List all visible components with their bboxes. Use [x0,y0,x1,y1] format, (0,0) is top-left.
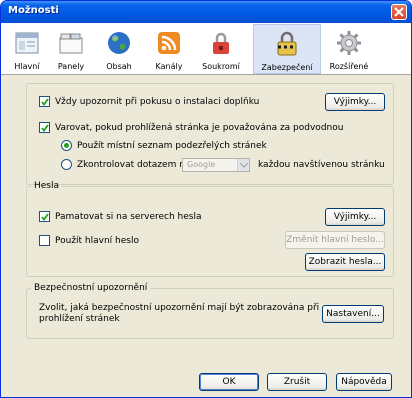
checkmark-icon [41,213,49,221]
tab-feeds[interactable]: Kanály [147,24,191,74]
tab-feeds-label: Kanály [155,62,183,71]
tab-privacy-label: Soukromí [202,62,240,71]
security-warnings-legend: Bezpečnostní upozornění [34,283,148,293]
warn-install-label[interactable]: Vždy upozornit při pokusu o instalaci do… [55,96,259,108]
gear-icon [337,31,361,55]
chevron-down-icon [237,159,249,171]
tab-security[interactable]: Zabezpečení [253,24,321,74]
tab-content[interactable]: Obsah [97,24,141,74]
change-master-password-button[interactable]: Změnit hlavní heslo... [285,231,385,249]
help-button[interactable]: Nápověda [336,373,392,391]
warn-install-checkbox[interactable] [39,96,50,107]
radio-local-list[interactable] [61,140,72,151]
tab-content-label: Obsah [106,62,132,71]
tab-general-label: Hlavní [14,62,40,71]
globe-icon [108,32,130,54]
cancel-button[interactable]: Zrušit [267,373,327,391]
lock-icon [213,32,229,54]
radio-remote-check[interactable] [61,159,72,170]
tab-advanced-label: Rozšířené [329,62,369,71]
passwords-legend: Hesla [34,181,60,191]
checkmark-icon [41,124,49,132]
security-panel: Vždy upozornit při pokusu o instalaci do… [1,75,411,397]
warn-fraud-checkbox[interactable] [39,122,50,133]
general-icon [15,32,39,54]
provider-select[interactable]: Google [182,158,250,172]
rss-icon [158,32,180,54]
provider-select-value: Google [187,160,216,169]
remember-passwords-label[interactable]: Pamatovat si na serverech hesla [55,211,202,223]
radio-remote-label[interactable]: Zkontrolovat dotazem na [77,159,190,171]
checkmark-icon [41,98,49,106]
title-bar[interactable]: Možnosti [1,1,411,23]
radio-remote-suffix: každou navštívenou stránku [258,160,385,170]
remember-passwords-checkbox[interactable] [39,211,50,222]
tab-tabs[interactable]: Panely [49,24,93,74]
tab-general[interactable]: Hlavní [5,24,49,74]
security-icon [277,31,297,56]
window-title: Možnosti [8,5,59,16]
warnings-settings-button[interactable]: Nastavení... [322,305,384,323]
warnings-description-line2: prohlížení stránek [39,314,120,324]
radio-selected-dot [64,143,69,148]
show-passwords-button[interactable]: Zobrazit hesla... [305,253,385,271]
master-password-label[interactable]: Použít hlavní heslo [55,235,139,247]
radio-local-label[interactable]: Použít místní seznam podezřelých stránek [77,140,267,152]
addons-exceptions-button[interactable]: Výjimky... [325,93,385,111]
tab-security-label: Zabezpečení [261,63,313,72]
warn-fraud-label[interactable]: Varovat, pokud prohlížená stránka je pov… [55,122,343,134]
tab-advanced[interactable]: Rozšířené [323,24,375,74]
category-toolbar: Hlavní Panely Obsah Kanály Soukromí Zabe… [1,23,411,75]
close-icon [394,7,404,17]
master-password-checkbox[interactable] [39,235,50,246]
passwords-exceptions-button[interactable]: Výjimky... [325,208,385,226]
tab-privacy[interactable]: Soukromí [193,24,249,74]
options-dialog: Možnosti Hlavní Panely Obsah Kanály Souk… [0,0,412,398]
tabs-icon [59,33,83,54]
ok-button[interactable]: OK [199,373,259,391]
tab-tabs-label: Panely [57,62,85,71]
close-button[interactable] [391,4,407,20]
